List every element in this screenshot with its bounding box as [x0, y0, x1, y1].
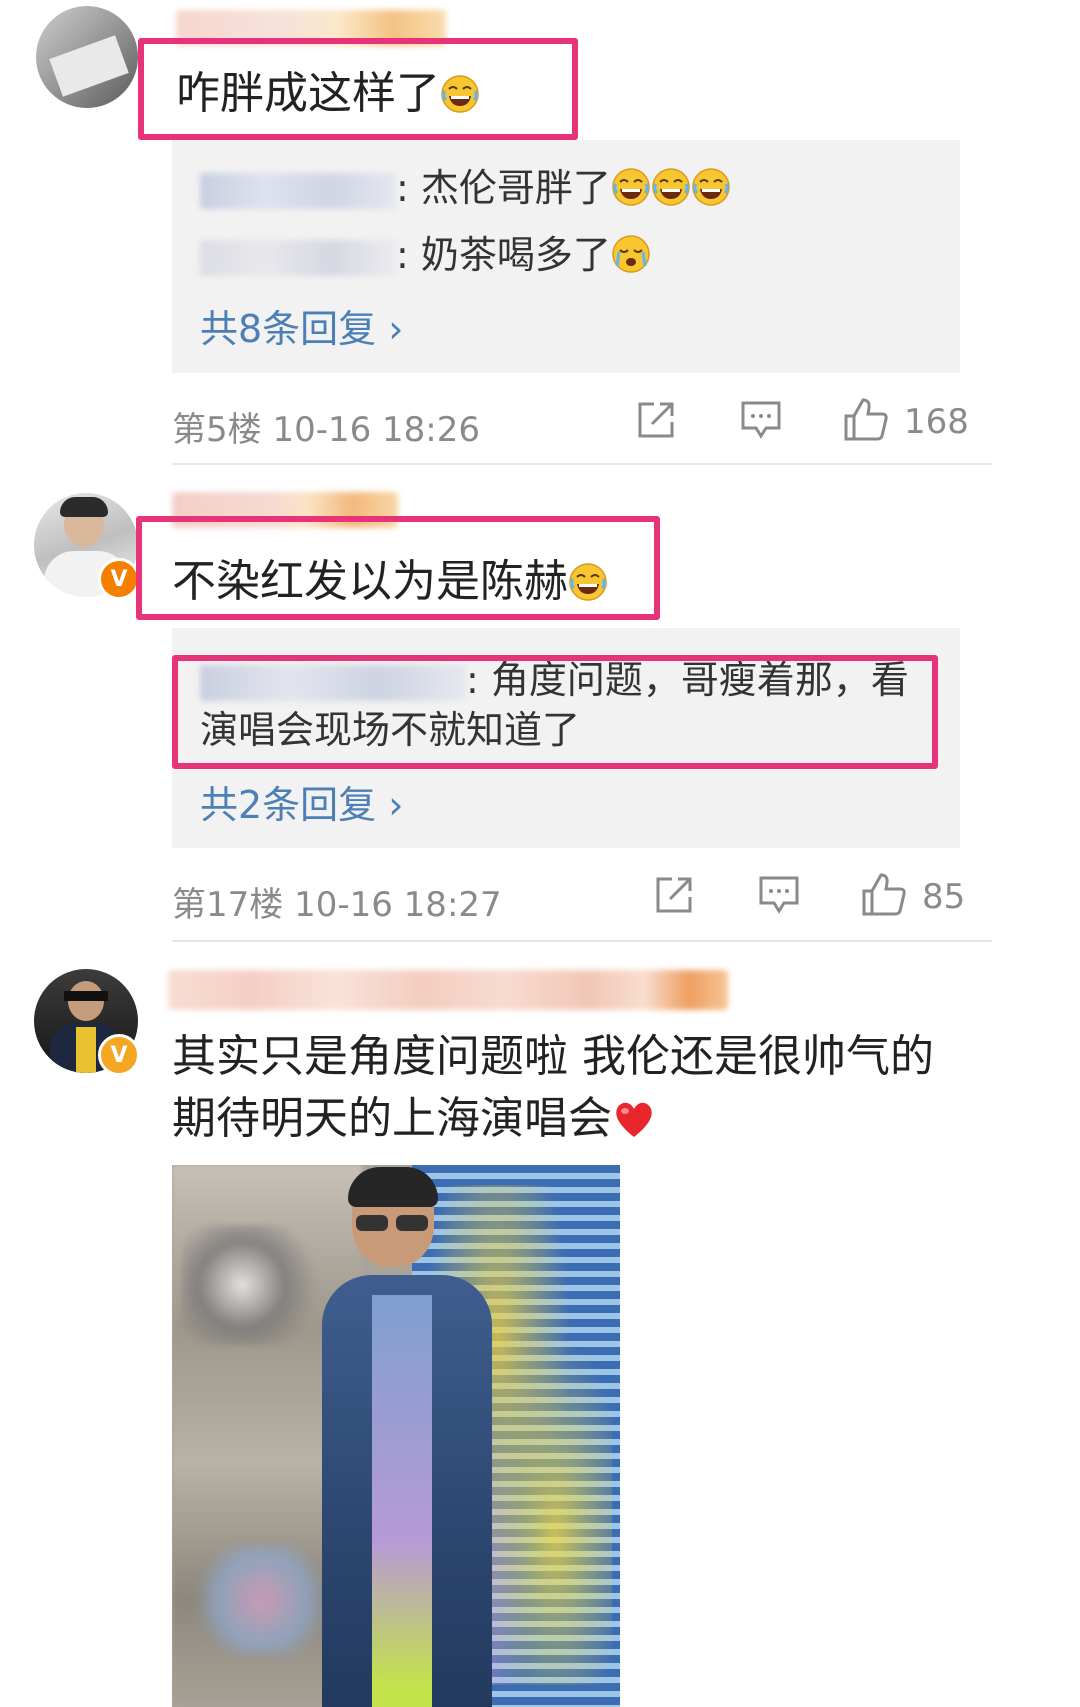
reply-line[interactable]: : 杰伦哥胖了 [200, 163, 731, 213]
reply-username-blurred [200, 239, 396, 276]
reply-line-continued[interactable]: 演唱会现场不就知道了 [200, 705, 580, 755]
username-blurred[interactable] [176, 10, 446, 46]
reply-username-blurred [200, 664, 466, 701]
like-count: 168 [904, 402, 969, 442]
comment-text-continued: 期待明天的上海演唱会 [172, 1087, 656, 1151]
laughing-emoji [568, 556, 608, 601]
reply-username-blurred [200, 172, 396, 209]
share-icon[interactable] [654, 875, 694, 919]
laughing-emoji [440, 68, 480, 113]
avatar[interactable] [36, 6, 138, 108]
verified-v-icon: V [98, 1034, 140, 1076]
floor-timestamp: 第17楼 10-16 18:27 [172, 885, 502, 925]
comment-text: 不染红发以为是陈赫 [172, 550, 608, 614]
divider [172, 940, 992, 942]
like-count: 85 [922, 877, 966, 917]
comment-text: 其实只是角度问题啦 我伦还是很帅气的 [172, 1031, 934, 1082]
heart-emoji [612, 1093, 656, 1137]
laughing-emoji [611, 167, 651, 207]
divider [172, 463, 992, 465]
like-icon[interactable] [861, 871, 907, 921]
reply-line[interactable]: : 奶茶喝多了 [200, 230, 651, 280]
more-replies-link[interactable]: 共8条回复 › [200, 298, 403, 353]
more-replies-link[interactable]: 共2条回复 › [200, 774, 403, 829]
laughing-emoji [651, 167, 691, 207]
username-blurred[interactable] [168, 970, 728, 1010]
floor-timestamp: 第5楼 10-16 18:26 [172, 410, 481, 450]
username-blurred[interactable] [172, 492, 398, 528]
like-icon[interactable] [843, 396, 889, 446]
comment-icon[interactable] [740, 400, 782, 444]
comment-photo[interactable] [172, 1165, 620, 1707]
verified-v-icon: V [98, 558, 140, 600]
share-icon[interactable] [636, 400, 676, 444]
comment-text: 咋胖成这样了 [176, 62, 480, 126]
reply-line[interactable]: : 角度问题，哥瘦着那，看 [200, 655, 909, 705]
comment-icon[interactable] [758, 875, 800, 919]
laughing-emoji [691, 167, 731, 207]
crying-emoji [611, 234, 651, 274]
